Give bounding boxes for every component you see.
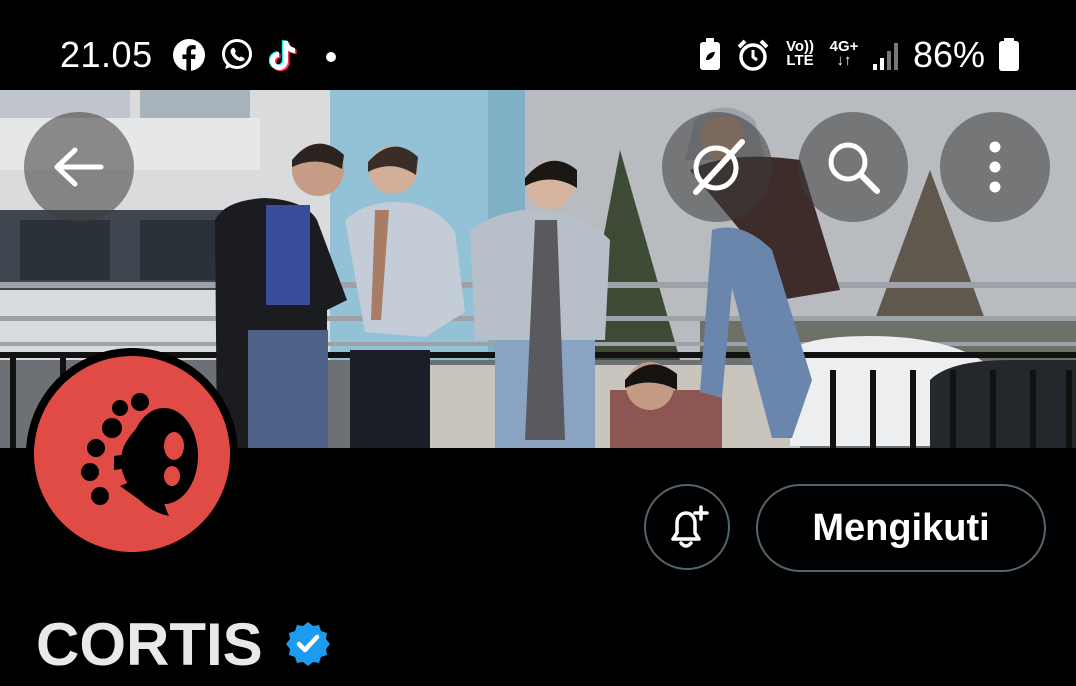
signal-icon — [873, 43, 898, 70]
volte-icon: Vo)) LTE — [785, 38, 815, 69]
bell-plus-icon — [671, 505, 709, 548]
notification-dot — [326, 52, 336, 62]
grok-icon — [693, 139, 745, 195]
more-vertical-icon — [989, 141, 1001, 193]
facebook-icon — [173, 39, 205, 72]
status-bar: 21.05 Vo)) LTE 4G+ ↓↑ 86% — [0, 0, 1076, 90]
avatar — [34, 356, 230, 552]
verified-badge-icon — [286, 622, 330, 666]
profile-avatar[interactable] — [26, 348, 238, 560]
status-time: 21.05 — [60, 34, 153, 75]
4g-data-icon: 4G+ ↓↑ — [829, 38, 859, 69]
tiktok-icon — [268, 40, 297, 72]
alarm-icon — [737, 39, 769, 71]
grok-button[interactable] — [662, 112, 772, 222]
battery-icon — [999, 38, 1019, 71]
back-button[interactable] — [24, 112, 134, 222]
whatsapp-icon — [222, 39, 252, 69]
profile-name: CORTIS — [36, 611, 263, 678]
search-icon — [828, 142, 880, 194]
following-button[interactable]: Mengikuti — [756, 484, 1046, 572]
battery-saver-icon — [700, 38, 720, 70]
cortis-logo-icon — [81, 393, 198, 516]
more-button[interactable] — [940, 112, 1050, 222]
search-button[interactable] — [798, 112, 908, 222]
notifications-button[interactable] — [644, 484, 730, 570]
battery-percent: 86% — [913, 34, 986, 75]
arrow-left-icon — [54, 147, 104, 187]
